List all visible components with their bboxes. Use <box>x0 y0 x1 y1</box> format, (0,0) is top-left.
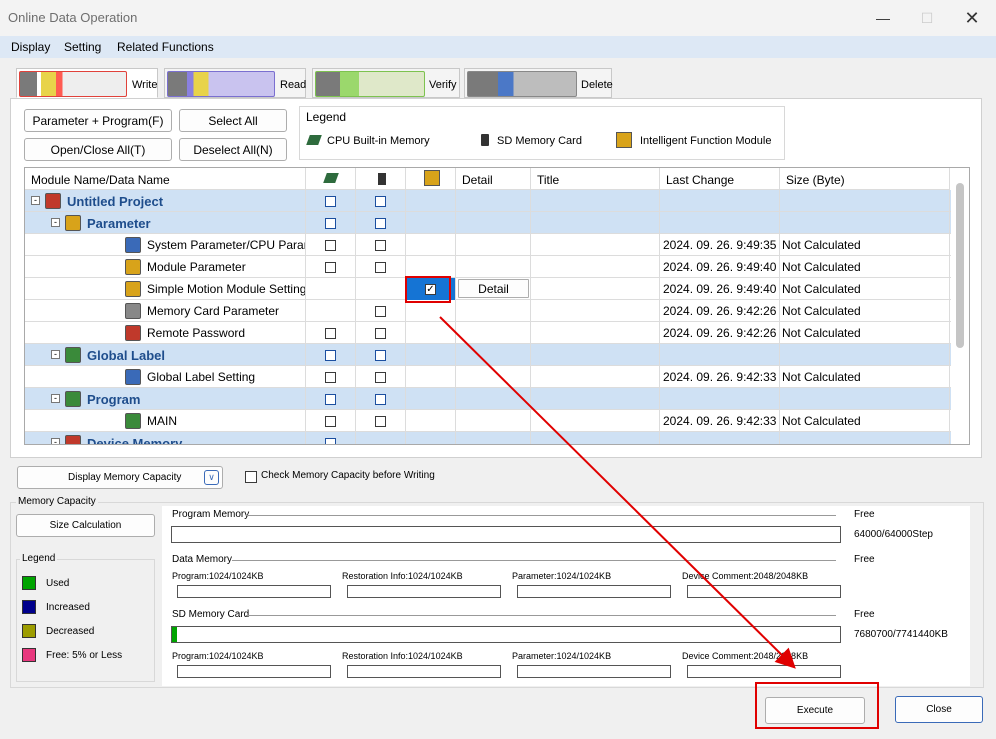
annotation-arrow <box>439 316 796 669</box>
